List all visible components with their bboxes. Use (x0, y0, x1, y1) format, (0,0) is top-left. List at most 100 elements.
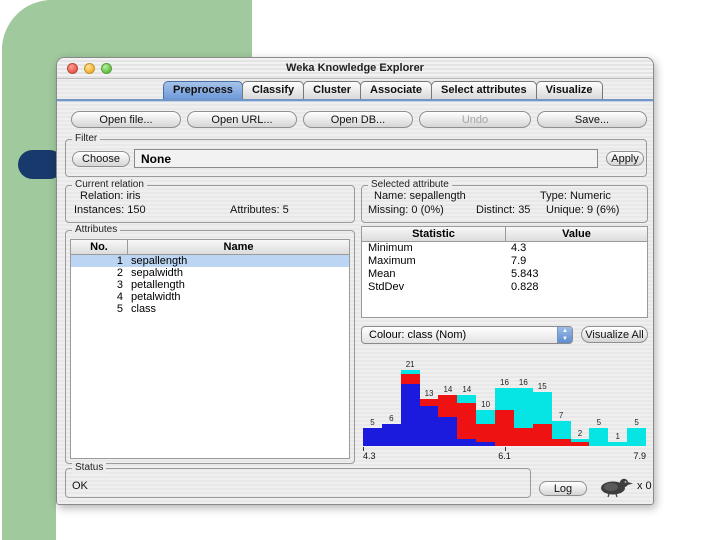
attribute-row-class[interactable]: 5 class (71, 303, 349, 315)
save-button[interactable]: Save... (537, 111, 647, 128)
histogram-bar-segment (476, 409, 496, 425)
runs-count: x 0 (637, 480, 652, 492)
tab-associate[interactable]: Associate (360, 81, 433, 99)
x-axis-label: 6.1 (498, 451, 511, 461)
choose-button[interactable]: Choose (72, 151, 130, 167)
histogram-bar-count: 5 (370, 417, 375, 427)
statistic-header: Statistic (412, 228, 455, 240)
open-url-button[interactable]: Open URL... (187, 111, 297, 128)
window-title: Weka Knowledge Explorer (286, 62, 424, 74)
tab-bar: Preprocess Classify Cluster Associate Select… (163, 81, 603, 99)
histogram-bar-count: 16 (518, 378, 528, 388)
histogram-bar-segment (532, 391, 552, 425)
attribute-name: sepallength (131, 255, 188, 267)
tab-classify[interactable]: Classify (241, 81, 305, 99)
statistic-value: 0.828 (511, 281, 539, 293)
histogram-bar-segment (589, 427, 609, 446)
attributes-group: Attributes No. Name 1 sepallength 2 sepalwi… (65, 224, 355, 464)
title-bar[interactable]: Weka Knowledge Explorer (57, 58, 653, 79)
histogram-bar-segment (495, 409, 514, 446)
histogram-bar-segment (532, 424, 552, 446)
attribute-name: petallength (131, 279, 185, 291)
attribute-row-petalwidth[interactable]: 4 petalwidth (71, 291, 349, 303)
histogram-bar-count: 1 (615, 432, 620, 442)
tab-preprocess[interactable]: Preprocess (163, 81, 243, 99)
histogram-bar-count: 2 (577, 428, 583, 438)
histogram-bar-segment (400, 384, 420, 446)
histogram-bar-segment (419, 398, 439, 407)
histogram-bar-segment (570, 442, 590, 446)
statistic-name: Maximum (368, 255, 416, 267)
histogram-bar-count: 21 (405, 360, 415, 369)
attribute-row-petallength[interactable]: 3 petallength (71, 279, 349, 291)
attribute-histogram: 5 6 21 13 14 14 10 16 16 15 7 2 5 1 5 4.3 6.1 7.9 (361, 348, 648, 461)
histogram-bar-segment (419, 406, 439, 446)
histogram-bar-segment (400, 370, 420, 374)
filter-value-field[interactable]: None (134, 149, 598, 168)
status-group-label: Status (72, 462, 107, 474)
filter-value: None (141, 152, 171, 166)
attribute-row-sepalwidth[interactable]: 2 sepalwidth (71, 267, 349, 279)
x-axis-label: 4.3 (363, 451, 376, 461)
attr-type-line: Type: Numeric (540, 190, 611, 202)
histogram-bar-segment (476, 424, 496, 443)
statistic-value: 4.3 (511, 242, 527, 254)
histogram-bar-count: 7 (558, 410, 564, 420)
filter-group: Filter Choose None Apply (65, 133, 647, 177)
statistics-rows: Minimum 4.3 Maximum 7.9 Mean 5.843 StdDev 0.828 (362, 242, 647, 294)
attr-name-line: Name: sepallength (374, 190, 466, 202)
tab-cluster[interactable]: Cluster (303, 81, 362, 99)
histogram-bar-segment (627, 427, 646, 446)
statistic-row-maximum: Maximum 7.9 (362, 255, 647, 268)
attribute-no: 1 (116, 255, 123, 267)
tab-underline-light (57, 101, 653, 102)
statistic-name: StdDev (368, 281, 405, 293)
histogram-bar-segment (551, 438, 571, 446)
visualize-all-button[interactable]: Visualize All (581, 326, 648, 343)
current-relation-group: Current relation Relation: iris Instance… (65, 179, 355, 223)
status-group: Status OK (65, 462, 531, 498)
instances-line: Instances: 150 (74, 204, 146, 216)
histogram-bar-segment (457, 395, 477, 403)
attribute-row-sepallength[interactable]: 1 sepallength (71, 255, 349, 267)
attribute-name: petalwidth (131, 291, 181, 303)
histogram-bar-count: 15 (537, 381, 547, 391)
statistic-row-mean: Mean 5.843 (362, 268, 647, 281)
histogram-bar-segment (513, 427, 533, 446)
histogram-bar-count: 5 (634, 417, 639, 427)
attribute-no: 5 (116, 303, 123, 315)
statistics-table-header: Statistic Value (362, 227, 647, 242)
attr-distinct-line: Distinct: 35 (476, 204, 531, 216)
tab-visualize[interactable]: Visualize (535, 81, 603, 99)
attributes-table[interactable]: No. Name 1 sepallength 2 sepalwidth 3 petalle… (70, 239, 350, 459)
value-header: Value (505, 227, 647, 241)
open-db-button[interactable]: Open DB... (303, 111, 413, 128)
col-name-header: Name (127, 240, 349, 254)
slide-green-sidebar (2, 0, 56, 540)
chevron-updown-icon[interactable]: ▲ ▼ (557, 327, 572, 343)
apply-button[interactable]: Apply (606, 151, 644, 166)
statistics-table: Statistic Value Minimum 4.3 Maximum 7.9 Mean… (361, 226, 648, 318)
undo-button[interactable]: Undo (419, 111, 531, 128)
histogram-bar-segment (363, 427, 382, 446)
histogram-bar-segment (400, 373, 420, 385)
tab-select-attributes[interactable]: Select attributes (431, 81, 537, 99)
histogram-bar-count: 10 (481, 399, 491, 409)
histogram-bar-segment (381, 424, 401, 446)
histogram-bar-segment (551, 420, 571, 439)
status-value: OK (72, 480, 88, 492)
histogram-bar-segment (438, 417, 458, 446)
histogram-bar-segment (457, 438, 477, 446)
attributes-count-line: Attributes: 5 (230, 204, 289, 216)
open-file-button[interactable]: Open file... (71, 111, 181, 128)
relation-line: Relation: iris (80, 190, 141, 202)
histogram-bar-count: 13 (424, 388, 434, 398)
log-button[interactable]: Log (539, 481, 587, 496)
attribute-no: 4 (116, 291, 123, 303)
statistic-value: 7.9 (511, 255, 527, 267)
histogram-bar-segment (438, 395, 458, 418)
attribute-name: class (131, 303, 157, 315)
attr-unique-line: Unique: 9 (6%) (546, 204, 620, 216)
colour-dropdown[interactable]: Colour: class (Nom) ▲ ▼ (361, 326, 573, 344)
histogram-bar-segment (570, 438, 590, 443)
